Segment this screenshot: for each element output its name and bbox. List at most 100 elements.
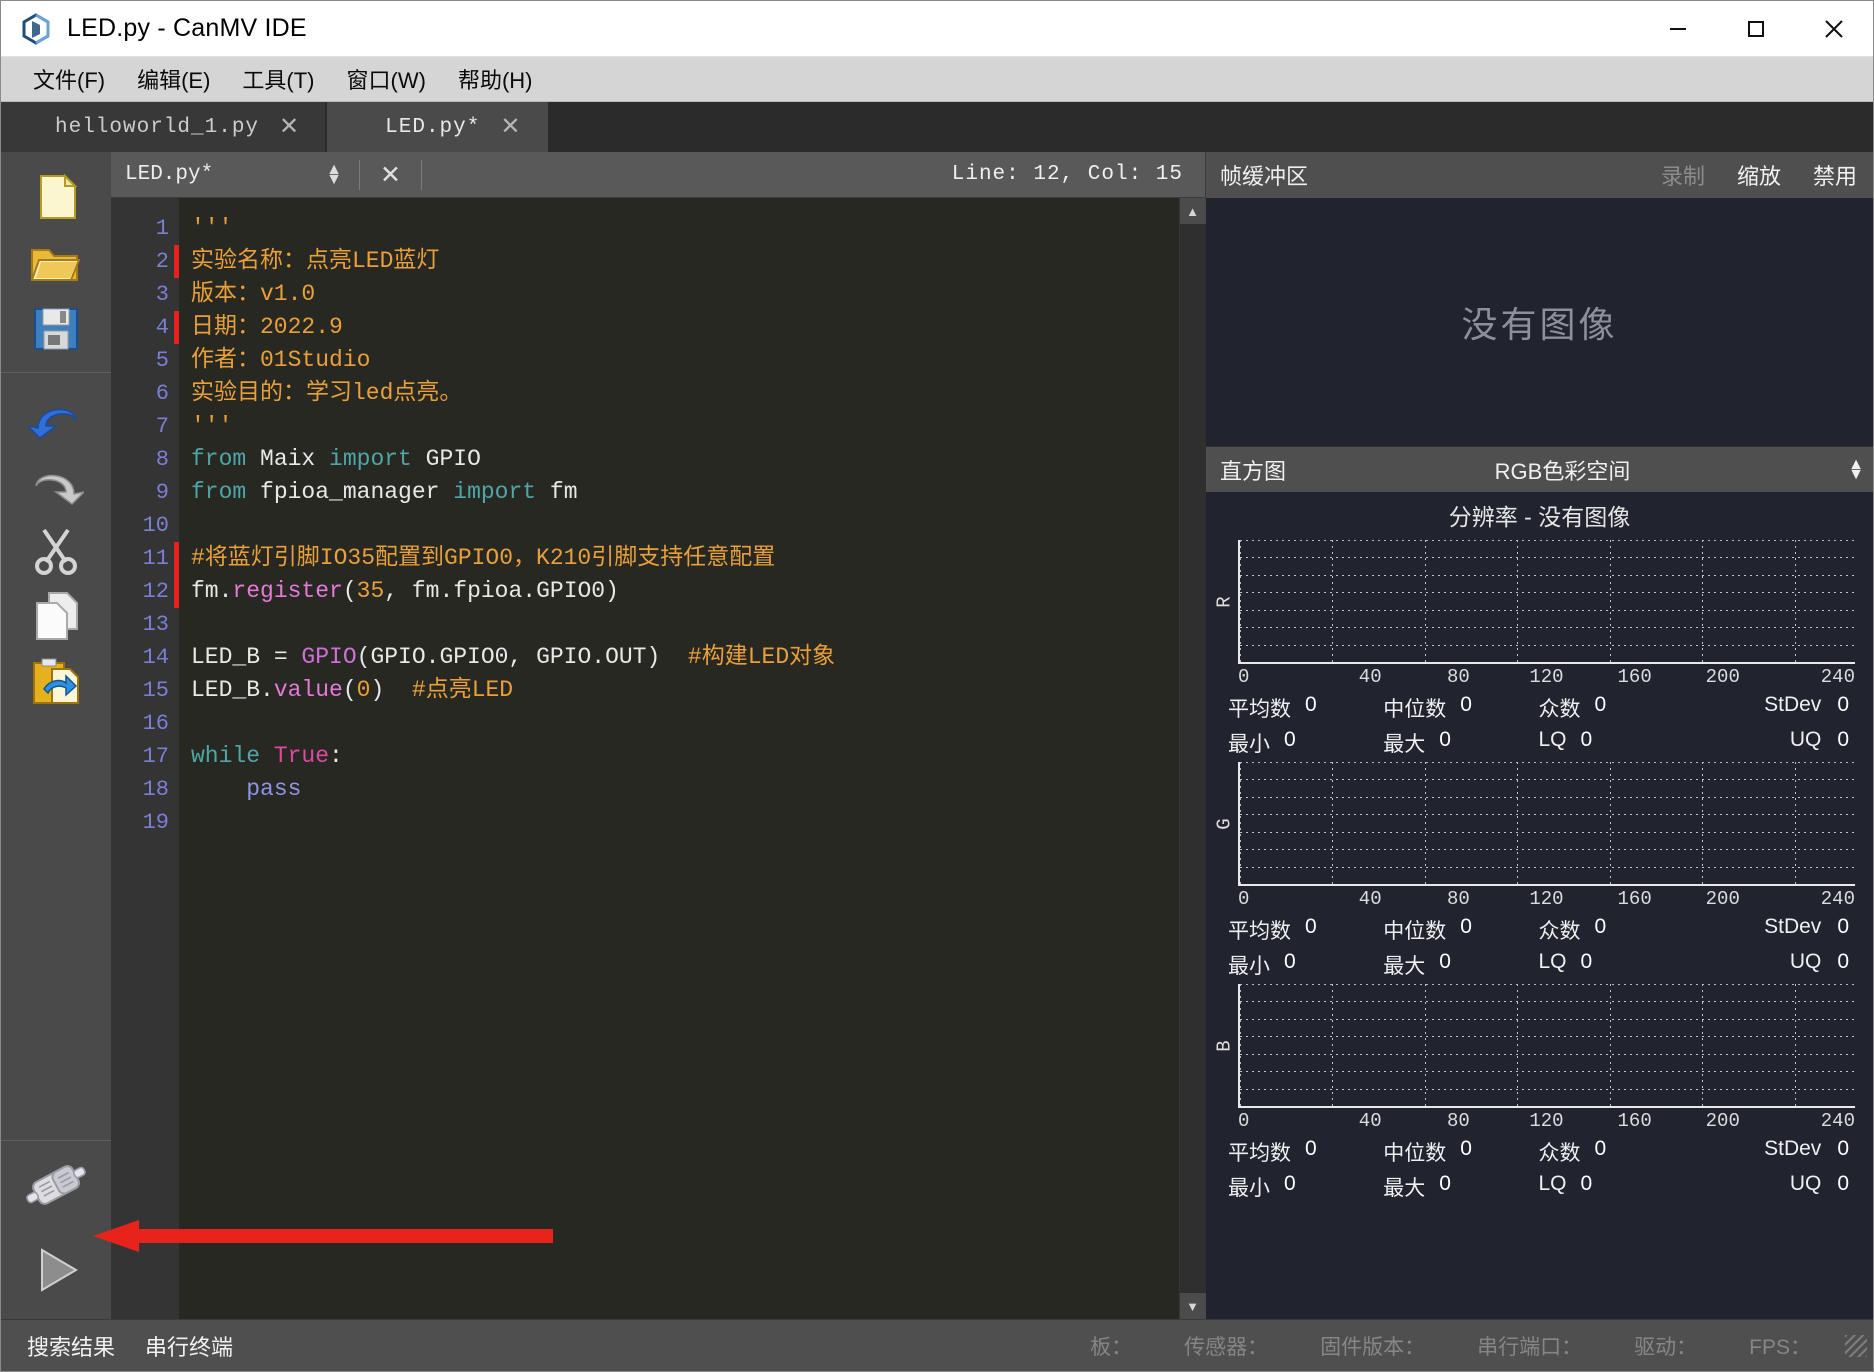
code-line[interactable]: ''' xyxy=(179,212,1179,245)
code-line[interactable] xyxy=(179,509,1179,542)
gutter-row[interactable]: 9 xyxy=(111,476,179,509)
gutter-row[interactable]: 10 xyxy=(111,509,179,542)
open-file-icon[interactable] xyxy=(17,230,95,296)
minimize-icon[interactable] xyxy=(1639,1,1717,57)
gutter-row[interactable]: 5 xyxy=(111,344,179,377)
close-icon[interactable]: ✕ xyxy=(500,115,520,139)
zoom-button[interactable]: 缩放 xyxy=(1721,159,1797,191)
code-line[interactable]: ''' xyxy=(179,410,1179,443)
code-line[interactable]: 作者：01Studio xyxy=(179,344,1179,377)
gutter-row[interactable]: 2 xyxy=(111,245,179,278)
tab-label: helloworld_1.py xyxy=(55,115,260,139)
editor-vertical-scrollbar[interactable]: ▲ ▼ xyxy=(1179,198,1206,1319)
stat-label: 中位数 xyxy=(1383,920,1447,943)
code-line[interactable]: fm.register(35, fm.fpioa.GPIO0) xyxy=(179,575,1179,608)
line-number: 8 xyxy=(155,447,169,472)
code-token: from xyxy=(191,479,247,505)
status-serial-port: 串行端口： xyxy=(1477,1335,1583,1359)
updown-spinner-icon[interactable]: ▲ ▼ xyxy=(1839,456,1873,482)
stat-label: 众数 xyxy=(1538,698,1581,721)
run-play-icon[interactable] xyxy=(17,1229,95,1311)
gutter-row[interactable]: 18 xyxy=(111,773,179,806)
gutter-row[interactable]: 17 xyxy=(111,740,197,773)
left-toolbar xyxy=(1,152,111,1319)
code-line[interactable]: LED_B = GPIO(GPIO.GPIO0, GPIO.OUT) #构建LE… xyxy=(179,641,1179,674)
gutter-row[interactable]: 12 xyxy=(111,575,179,608)
colorspace-selector[interactable]: RGB色彩空间 xyxy=(1286,454,1839,486)
stat-value: 0 xyxy=(1305,693,1317,716)
menu-file[interactable]: 文件(F) xyxy=(17,59,121,99)
stat-max: 最大 0 xyxy=(1383,728,1538,758)
stat-uq: UQ 0 xyxy=(1694,950,1849,980)
line-number: 5 xyxy=(155,348,169,373)
code-line[interactable]: pass xyxy=(179,773,1179,806)
code-line[interactable]: while True: xyxy=(179,740,1179,773)
new-file-icon[interactable] xyxy=(17,164,95,230)
x-axis-ticks: 0 40 80 120 160 200 240 xyxy=(1206,886,1873,910)
gutter-row[interactable]: 13 xyxy=(111,608,179,641)
code-line[interactable]: 实验目的：学习led点亮。 xyxy=(179,377,1179,410)
gutter-row[interactable]: 8 xyxy=(111,443,179,476)
gutter-row[interactable]: 15 xyxy=(111,674,179,707)
copy-icon[interactable] xyxy=(17,583,95,649)
gridline-vertical xyxy=(1702,984,1704,1106)
undo-icon[interactable] xyxy=(17,385,95,451)
gutter-row[interactable]: 3 xyxy=(111,278,179,311)
gutter-row[interactable]: 7 xyxy=(111,410,179,443)
bottom-status-bar: 搜索结果 串行终端 板： 传感器： 固件版本： 串行端口： 驱动： FPS： xyxy=(1,1319,1873,1371)
menu-edit[interactable]: 编辑(E) xyxy=(121,59,226,99)
code-line[interactable]: from fpioa_manager import fm xyxy=(179,476,1179,509)
updown-spinner-icon[interactable]: ▲ ▼ xyxy=(321,161,347,187)
tab-search-results[interactable]: 搜索结果 xyxy=(27,1330,115,1362)
code-line[interactable]: #将蓝灯引脚IO35配置到GPIO0，K210引脚支持任意配置 xyxy=(179,542,1179,575)
chevron-up-icon[interactable]: ▲ xyxy=(1179,198,1206,224)
paste-icon[interactable] xyxy=(17,649,95,715)
menu-tools[interactable]: 工具(T) xyxy=(226,59,330,99)
code-token: pass xyxy=(246,776,302,802)
gutter-row[interactable]: 11 xyxy=(111,542,179,575)
code-line[interactable]: from Maix import GPIO xyxy=(179,443,1179,476)
code-line[interactable]: LED_B.value(0) #点亮LED xyxy=(179,674,1179,707)
chevron-down-icon[interactable]: ▼ xyxy=(1179,1293,1206,1319)
menu-help[interactable]: 帮助(H) xyxy=(442,59,549,99)
stat-value: 0 xyxy=(1594,693,1607,716)
code-line[interactable] xyxy=(179,806,1179,839)
resize-grip-icon[interactable] xyxy=(1845,1334,1867,1357)
maximize-icon[interactable] xyxy=(1717,1,1795,57)
gutter-row[interactable]: 14 xyxy=(111,641,179,674)
close-icon[interactable] xyxy=(1795,1,1873,57)
gutter-row[interactable]: 4 xyxy=(111,311,179,344)
stat-label: LQ xyxy=(1538,950,1567,973)
code-token: 实验名称：点亮LED蓝灯 xyxy=(191,248,440,274)
connect-usb-icon[interactable] xyxy=(17,1141,95,1229)
code-line[interactable] xyxy=(179,707,1179,740)
code-line[interactable] xyxy=(179,608,1179,641)
code-area[interactable]: ''' 实验名称：点亮LED蓝灯版本：v1.0 日期：2022.9 作者：01Stud… xyxy=(179,198,1179,1319)
gutter-row[interactable]: 16 xyxy=(111,707,179,740)
scrollbar-track[interactable] xyxy=(1179,224,1206,1293)
gutter-row[interactable]: 19 xyxy=(111,806,179,839)
tab-helloworld[interactable]: helloworld_1.py ✕ xyxy=(1,102,326,152)
gutter-row[interactable]: 1 xyxy=(111,212,179,245)
redo-icon[interactable] xyxy=(17,451,95,517)
x-tick-label: 80 xyxy=(1446,1110,1470,1132)
save-file-icon[interactable] xyxy=(17,296,95,362)
menu-window[interactable]: 窗口(W) xyxy=(331,59,442,99)
disable-button[interactable]: 禁用 xyxy=(1797,159,1873,191)
stat-value: 0 xyxy=(1284,1172,1296,1195)
close-icon[interactable]: ✕ xyxy=(372,160,409,190)
code-line[interactable]: 版本：v1.0 xyxy=(179,278,1179,311)
code-line[interactable]: 日期：2022.9 xyxy=(179,311,1179,344)
gutter-row[interactable]: 6 xyxy=(111,377,179,410)
stat-value: 0 xyxy=(1460,1137,1472,1160)
stat-label: 平均数 xyxy=(1228,920,1291,943)
code-line[interactable]: 实验名称：点亮LED蓝灯 xyxy=(179,245,1179,278)
record-button[interactable]: 录制 xyxy=(1645,159,1721,191)
tab-serial-terminal[interactable]: 串行终端 xyxy=(145,1330,233,1362)
tab-led[interactable]: LED.py* ✕ xyxy=(327,102,549,152)
cut-icon[interactable] xyxy=(17,517,95,583)
close-icon[interactable]: ✕ xyxy=(279,115,299,139)
canmv-ide-window: LED.py - CanMV IDE 文件(F) 编辑(E) 工具(T) 窗口(… xyxy=(0,0,1874,1372)
